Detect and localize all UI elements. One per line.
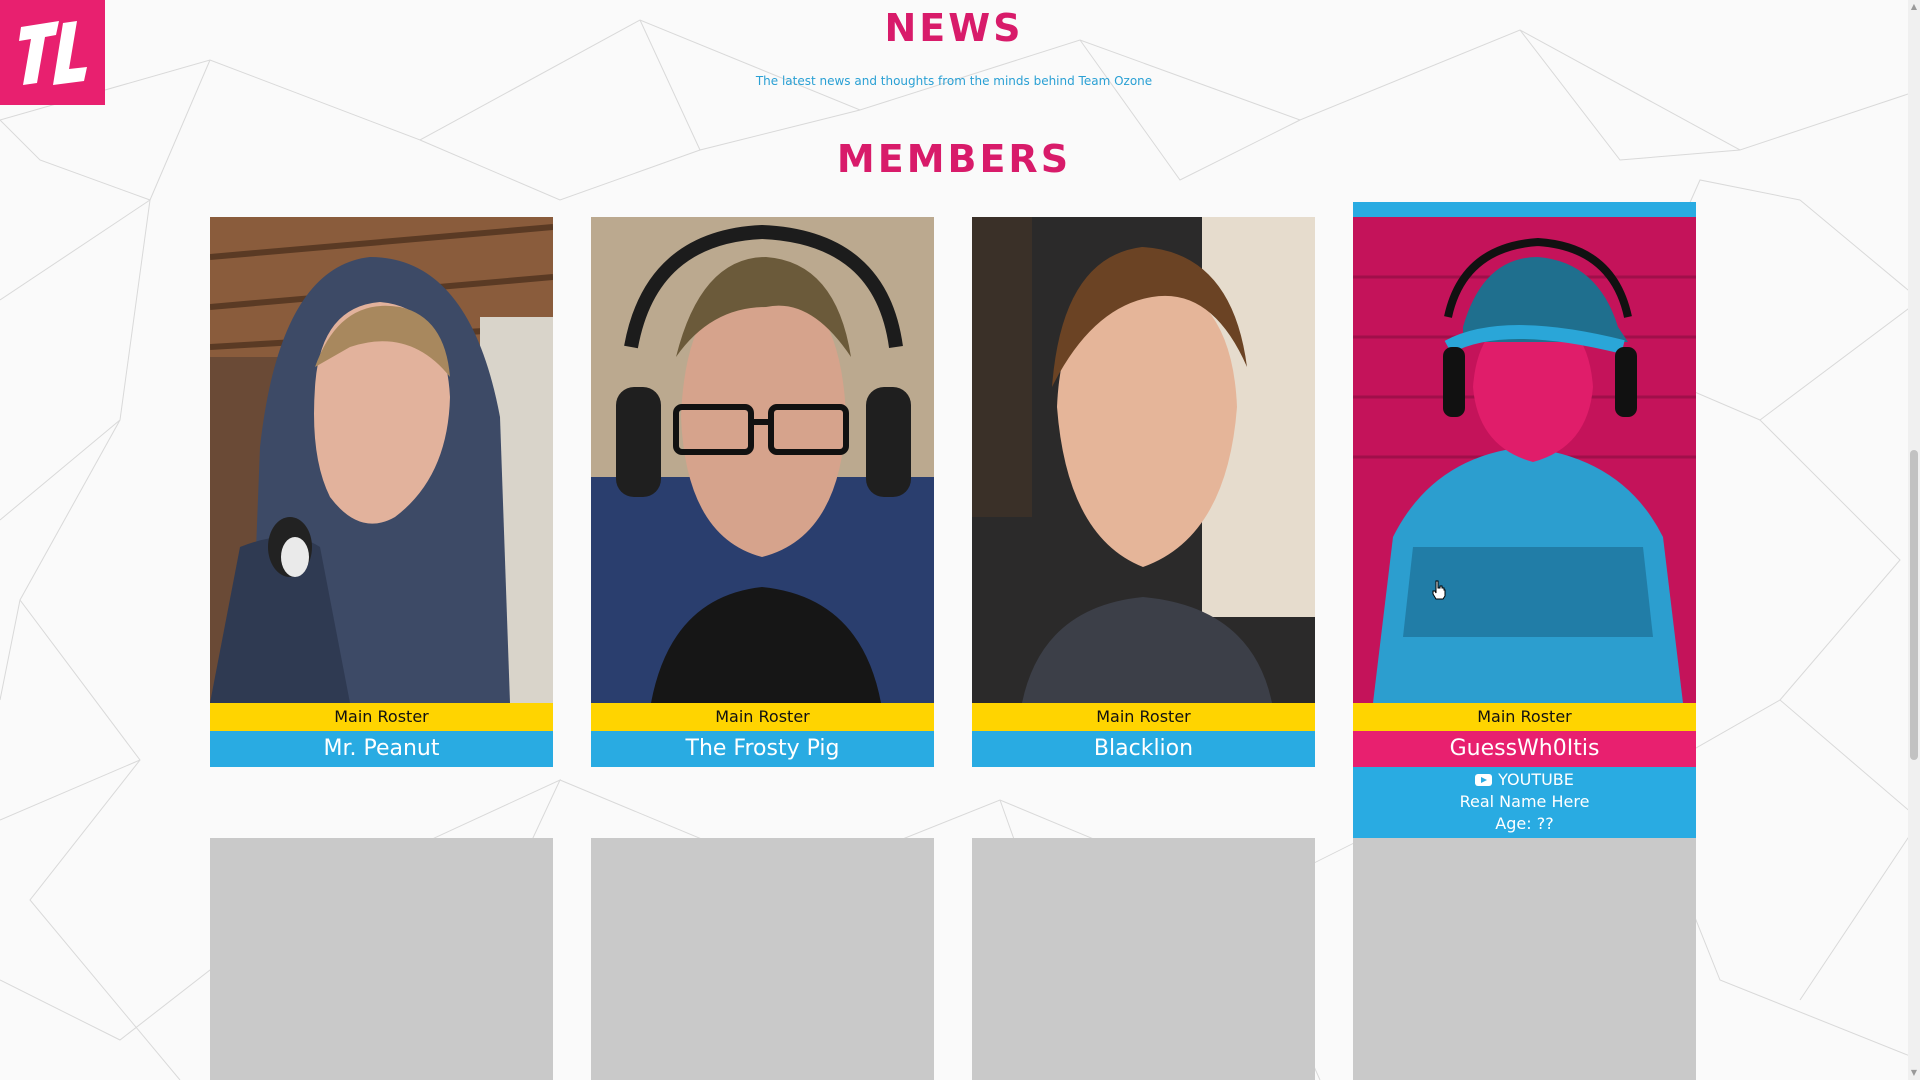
member-card-placeholder — [591, 838, 934, 1080]
site-logo[interactable] — [0, 0, 105, 105]
member-name: Blacklion — [972, 731, 1315, 767]
member-name: GuessWh0Itis — [1353, 731, 1696, 767]
member-card-the-frosty-pig[interactable]: Main Roster The Frosty Pig — [591, 217, 934, 767]
scroll-down-icon[interactable]: ▼ — [1909, 1068, 1919, 1078]
news-title: NEWS — [884, 6, 1024, 50]
scrollbar-thumb[interactable] — [1910, 450, 1918, 760]
member-role: Main Roster — [1353, 703, 1696, 731]
youtube-link[interactable]: YOUTUBE — [1353, 769, 1696, 791]
member-photo — [972, 217, 1315, 703]
member-role: Main Roster — [972, 703, 1315, 731]
card-highlight-bar — [1353, 202, 1696, 217]
member-name: The Frosty Pig — [591, 731, 934, 767]
member-card-placeholder — [1353, 838, 1696, 1080]
member-card-mr-peanut[interactable]: Main Roster Mr. Peanut — [210, 217, 553, 767]
hand-cursor-icon — [1432, 580, 1446, 600]
page-scrollbar[interactable]: ▲ ▼ — [1908, 0, 1920, 1080]
page: NEWS The latest news and thoughts from t… — [0, 0, 1920, 1080]
member-photo — [591, 217, 934, 703]
youtube-icon — [1475, 774, 1493, 786]
news-subtitle: The latest news and thoughts from the mi… — [755, 74, 1153, 88]
member-card-guesswh0itis[interactable]: Main Roster GuessWh0Itis YOUTUBE Real Na… — [1353, 202, 1696, 839]
member-card-placeholder — [972, 838, 1315, 1080]
member-card-placeholder — [210, 838, 553, 1080]
youtube-label: YOUTUBE — [1498, 770, 1574, 789]
member-details: YOUTUBE Real Name Here Age: ?? — [1353, 767, 1696, 839]
member-photo — [1353, 217, 1696, 703]
member-role: Main Roster — [210, 703, 553, 731]
member-role: Main Roster — [591, 703, 934, 731]
member-name: Mr. Peanut — [210, 731, 553, 767]
member-age: Age: ?? — [1495, 814, 1554, 833]
member-card-blacklion[interactable]: Main Roster Blacklion — [972, 217, 1315, 767]
member-real-name: Real Name Here — [1459, 792, 1590, 811]
member-photo — [210, 217, 553, 703]
scroll-up-icon[interactable]: ▲ — [1909, 2, 1919, 12]
team-logo-icon — [18, 20, 87, 85]
members-title: MEMBERS — [836, 137, 1072, 181]
